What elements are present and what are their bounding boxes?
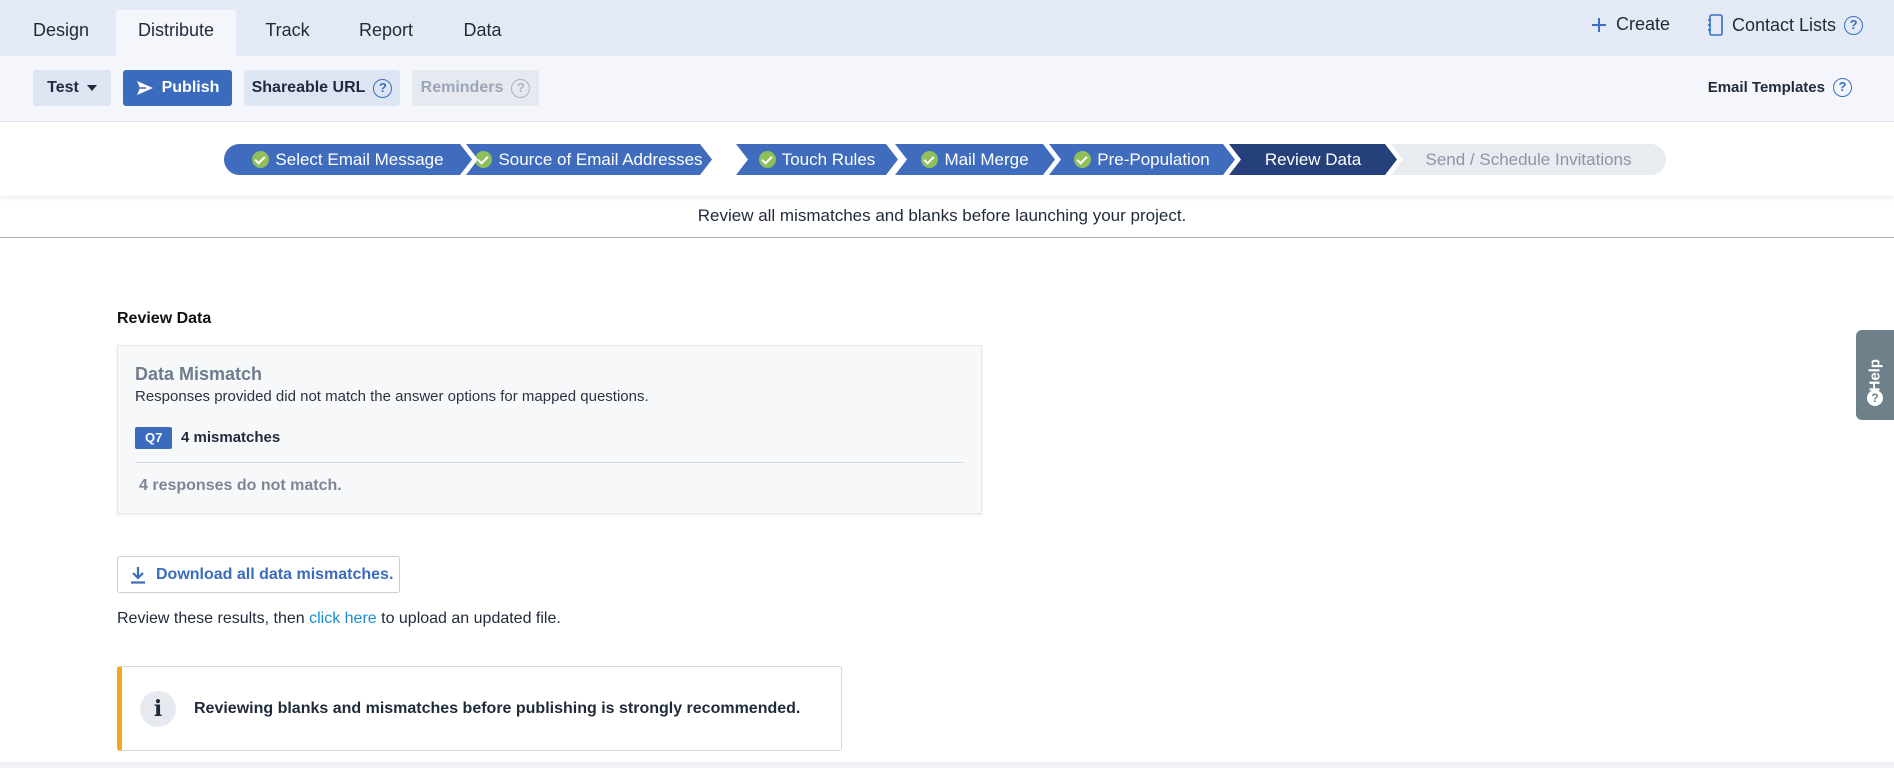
top-nav-bar: Design Distribute Track Report Data Crea… — [0, 0, 1894, 56]
test-label: Test — [47, 79, 79, 96]
download-icon — [131, 566, 145, 584]
info-icon: i — [140, 690, 176, 727]
reminders-button[interactable]: Reminders ? — [412, 70, 539, 106]
wizard-step-send-schedule-invitations[interactable]: Send / Schedule Invitations — [1391, 144, 1666, 175]
notice-text: Reviewing blanks and mismatches before p… — [194, 699, 801, 717]
shareable-url-label: Shareable URL — [251, 79, 366, 96]
mismatch-count[interactable]: 4 mismatches — [181, 429, 280, 446]
tab-distribute[interactable]: Distribute — [116, 10, 236, 56]
reminders-help-icon: ? — [511, 78, 531, 98]
wizard-step-pre-population[interactable]: Pre-Population — [1049, 144, 1235, 175]
recommendation-notice: i Reviewing blanks and mismatches before… — [117, 666, 842, 751]
upload-text-before: Review these results, then — [117, 610, 310, 627]
question-icon: ? — [1867, 390, 1883, 406]
data-mismatch-card: Data Mismatch Responses provided did not… — [117, 345, 982, 514]
wizard-step-label: Mail Merge — [944, 149, 1029, 169]
create-button[interactable]: Create — [1590, 14, 1670, 35]
wizard-step-label: Send / Schedule Invitations — [1425, 149, 1632, 169]
distribution-wizard: Select Email Message Source of Email Add… — [0, 122, 1894, 196]
upload-link[interactable]: click here — [309, 610, 377, 627]
download-mismatches-button[interactable]: Download all data mismatches. — [117, 556, 400, 593]
contact-lists-label: Contact Lists — [1732, 14, 1837, 35]
tab-track[interactable]: Track — [245, 12, 330, 56]
upload-instructions: Review these results, then click here to… — [117, 610, 561, 628]
send-icon — [136, 81, 153, 95]
chevron-down-icon — [86, 85, 97, 91]
publish-label: Publish — [161, 79, 220, 96]
check-circle-icon — [759, 151, 776, 168]
help-label: Help — [1866, 358, 1884, 392]
wizard-step-label: Review Data — [1264, 149, 1362, 169]
reminders-label: Reminders — [420, 79, 504, 96]
distribute-toolbar: Test Publish Shareable URL ? Reminders ?… — [0, 56, 1894, 122]
email-templates-help-icon[interactable]: ? — [1833, 78, 1852, 97]
wizard-step-label: Touch Rules — [781, 149, 876, 169]
wizard-step-source-of-email-addresses[interactable]: Source of Email Addresses — [466, 144, 712, 175]
contact-lists-button[interactable]: Contact Lists ? — [1708, 14, 1864, 36]
bottom-strip — [0, 762, 1894, 768]
card-title: Data Mismatch — [135, 364, 263, 384]
check-circle-icon — [252, 151, 269, 168]
question-badge[interactable]: Q7 — [135, 427, 173, 449]
wizard-step-review-data[interactable]: Review Data — [1229, 144, 1397, 175]
tab-design[interactable]: Design — [14, 12, 108, 56]
wizard-step-touch-rules[interactable]: Touch Rules — [736, 144, 898, 175]
upload-text-after: to upload an updated file. — [376, 610, 561, 627]
check-circle-icon — [1074, 151, 1091, 168]
section-divider — [0, 237, 1894, 238]
wizard-step-select-email-message[interactable]: Select Email Message — [224, 144, 472, 175]
tab-report[interactable]: Report — [340, 12, 432, 56]
tab-data[interactable]: Data — [440, 12, 525, 56]
card-description: Responses provided did not match the ans… — [135, 388, 649, 405]
plus-icon — [1592, 17, 1606, 32]
contact-lists-help-icon[interactable]: ? — [1844, 15, 1864, 35]
shareable-url-help-icon[interactable]: ? — [373, 78, 393, 98]
wizard-step-mail-merge[interactable]: Mail Merge — [895, 144, 1055, 175]
download-label: Download all data mismatches. — [156, 565, 394, 583]
page-title: Review Data — [117, 310, 212, 327]
publish-button[interactable]: Publish — [123, 70, 232, 106]
test-dropdown-button[interactable]: Test — [33, 70, 111, 106]
wizard-step-label: Pre-Population — [1097, 149, 1210, 169]
email-templates-label: Email Templates — [1707, 79, 1825, 96]
check-circle-icon — [475, 151, 492, 168]
address-book-icon — [1708, 14, 1723, 36]
help-side-tab[interactable]: Help ? — [1856, 330, 1894, 420]
create-label: Create — [1616, 14, 1671, 34]
shareable-url-button[interactable]: Shareable URL ? — [244, 70, 400, 106]
wizard-step-label: Source of Email Addresses — [498, 149, 703, 169]
check-circle-icon — [921, 151, 938, 168]
wizard-step-label: Select Email Message — [275, 149, 444, 169]
wizard-subtitle: Review all mismatches and blanks before … — [697, 206, 1187, 225]
card-divider — [135, 462, 964, 463]
mismatch-summary: 4 responses do not match. — [139, 477, 342, 494]
email-templates-link[interactable]: Email Templates ? — [1708, 78, 1852, 97]
